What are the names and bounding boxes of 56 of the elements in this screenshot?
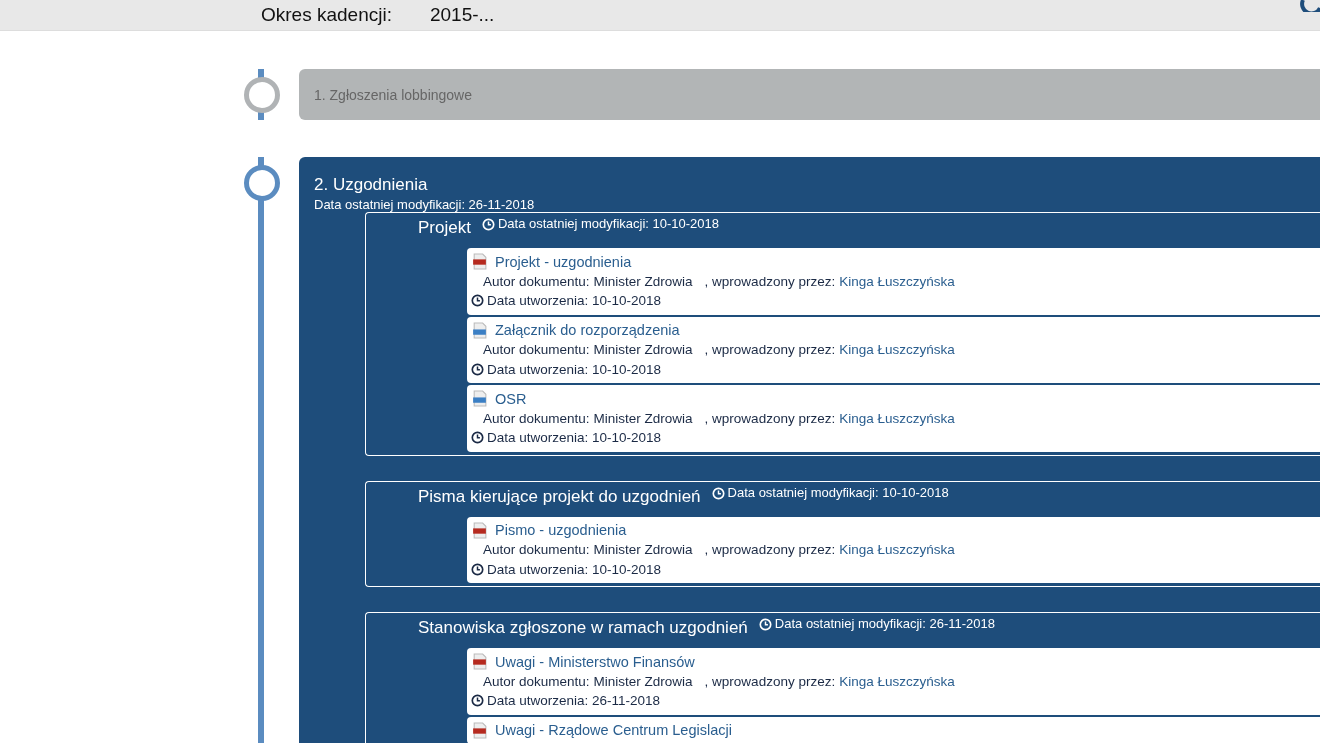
term-label: Okres kadencji: bbox=[261, 4, 392, 26]
file-icon bbox=[471, 321, 488, 339]
clock-icon bbox=[711, 486, 725, 500]
clock-icon bbox=[758, 618, 772, 631]
created-date: Data utworzenia: 10-10-2018 bbox=[487, 293, 662, 309]
document-link[interactable]: Projekt - uzgodnienia bbox=[495, 253, 632, 270]
author-label: Autor dokumentu: bbox=[483, 273, 590, 289]
author-label: Autor dokumentu: bbox=[483, 673, 590, 689]
author-name: Minister Zdrowia bbox=[593, 410, 693, 426]
user-link[interactable]: Kinga Łuszczyńska bbox=[839, 410, 955, 426]
entered-by-label: , wprowadzony przez: bbox=[704, 542, 836, 558]
author-name: Minister Zdrowia bbox=[593, 673, 693, 689]
created-date: Data utworzenia: 10-10-2018 bbox=[487, 561, 662, 577]
document-link[interactable]: OSR bbox=[495, 390, 527, 407]
entered-by-label: , wprowadzony przez: bbox=[704, 410, 836, 426]
clock-icon bbox=[471, 694, 484, 708]
clock-icon bbox=[471, 362, 484, 376]
document-link[interactable]: Załącznik do rozporządzenia bbox=[495, 322, 680, 339]
entered-by-label: , wprowadzony przez: bbox=[704, 273, 836, 289]
author-label: Autor dokumentu: bbox=[483, 410, 590, 426]
author-label: Autor dokumentu: bbox=[483, 342, 590, 358]
user-link[interactable]: Kinga Łuszczyńska bbox=[839, 342, 955, 358]
modified-date: Data ostatniej modyfikacji: 10-10-2018 bbox=[727, 484, 949, 500]
user-link[interactable]: Kinga Łuszczyńska bbox=[839, 673, 955, 689]
pdf-file-icon bbox=[471, 721, 488, 739]
document-link[interactable]: Pismo - uzgodnienia bbox=[495, 522, 627, 539]
section-title: Pisma kierujące projekt do uzgodnień bbox=[418, 486, 701, 507]
author-name: Minister Zdrowia bbox=[593, 273, 693, 289]
created-date: Data utworzenia: 26-11-2018 bbox=[487, 693, 661, 709]
modified-date: Data ostatniej modyfikacji: 26-11-2018 bbox=[314, 197, 536, 212]
created-date: Data utworzenia: 10-10-2018 bbox=[487, 361, 662, 377]
document-link[interactable]: Uwagi - Ministerstwo Finansów bbox=[495, 653, 695, 670]
stage-title[interactable]: 2. Uzgodnienia bbox=[314, 175, 1320, 195]
pdf-file-icon bbox=[471, 253, 488, 271]
author-label: Autor dokumentu: bbox=[483, 542, 590, 558]
entered-by-label: , wprowadzony przez: bbox=[704, 342, 836, 358]
section-title: Projekt bbox=[418, 218, 471, 238]
user-link[interactable]: Kinga Łuszczyńska bbox=[839, 273, 955, 289]
document-link[interactable]: Uwagi - Rządowe Centrum Legislacji bbox=[495, 722, 732, 739]
file-icon bbox=[471, 390, 488, 408]
user-link[interactable]: Kinga Łuszczyńska bbox=[839, 542, 955, 558]
section-title: Stanowiska zgłoszone w ramach uzgodnień bbox=[418, 618, 748, 638]
pdf-file-icon bbox=[471, 521, 488, 539]
modified-date: Data ostatniej modyfikacji: 10-10-2018 bbox=[497, 216, 720, 231]
term-value: 2015-... bbox=[429, 4, 495, 26]
modified-date: Data ostatniej modyfikacji: 26-11-2018 bbox=[774, 616, 995, 631]
author-name: Minister Zdrowia bbox=[593, 542, 693, 558]
clock-icon bbox=[471, 562, 484, 576]
timeline-node[interactable] bbox=[244, 77, 280, 113]
entered-by-label: , wprowadzony przez: bbox=[704, 673, 836, 689]
pdf-file-icon bbox=[471, 653, 488, 671]
clock-icon bbox=[471, 431, 484, 445]
author-name: Minister Zdrowia bbox=[593, 342, 693, 358]
clock-icon bbox=[471, 294, 484, 308]
created-date: Data utworzenia: 10-10-2018 bbox=[487, 430, 662, 446]
clock-icon bbox=[481, 218, 495, 231]
